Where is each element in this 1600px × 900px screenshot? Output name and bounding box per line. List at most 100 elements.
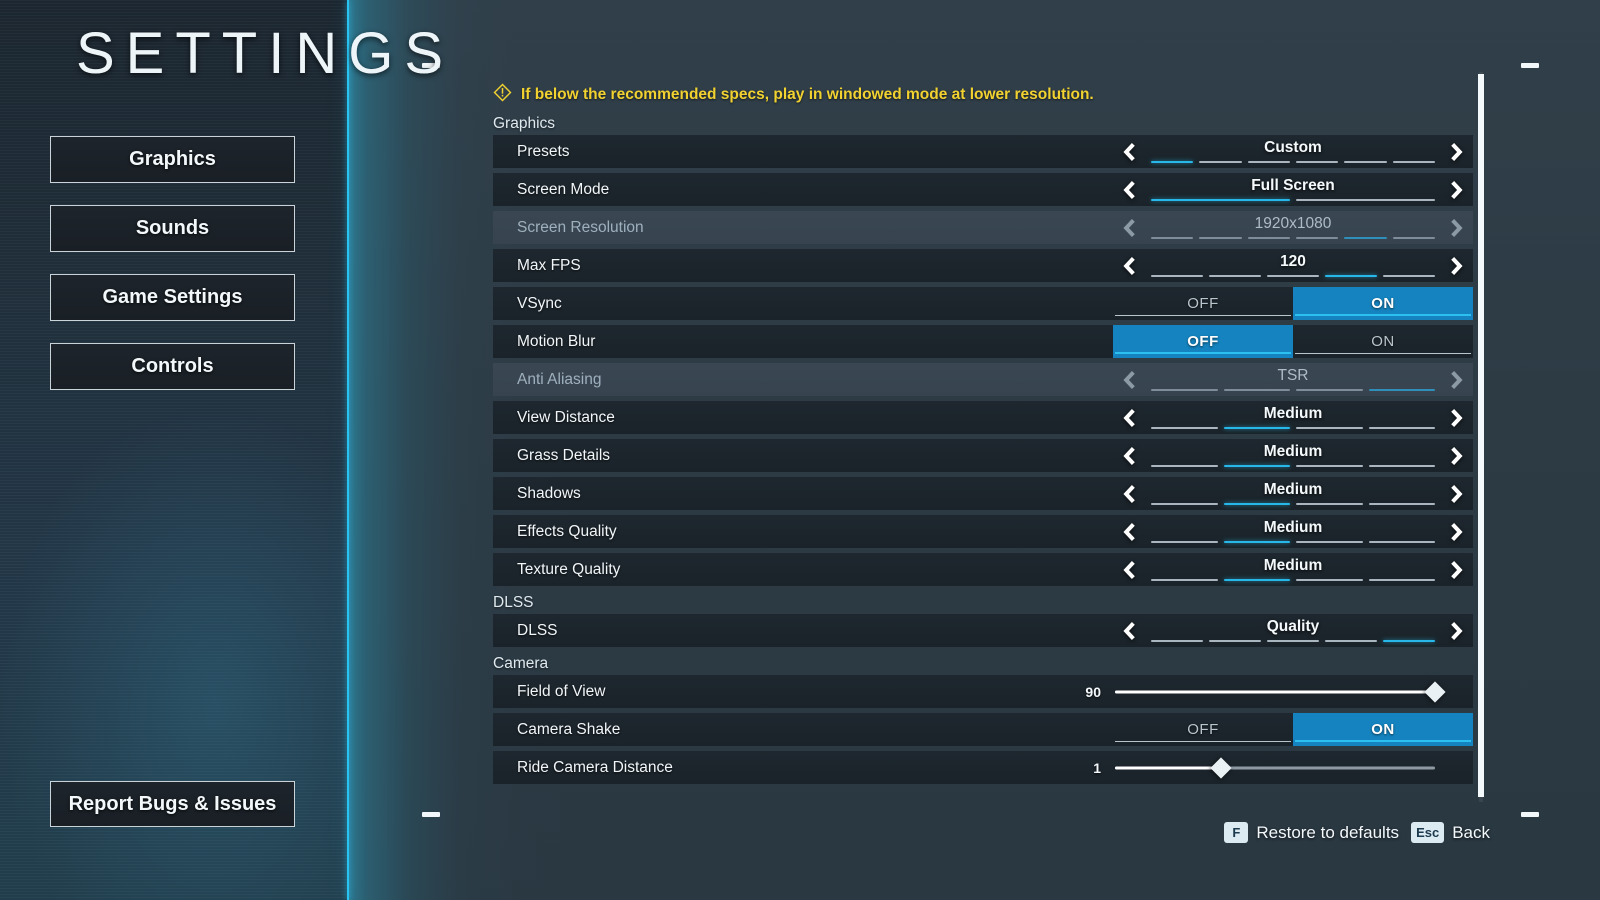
sidebar-item-sounds[interactable]: Sounds xyxy=(50,205,295,252)
value-selector: Medium xyxy=(1113,553,1473,586)
chevron-left-icon[interactable] xyxy=(1119,521,1141,543)
selector-segment xyxy=(1296,199,1435,201)
selector-segment xyxy=(1296,427,1363,429)
chevron-left-icon[interactable] xyxy=(1119,407,1141,429)
report-bugs-button[interactable]: Report Bugs & Issues xyxy=(50,781,295,827)
setting-row[interactable]: View Distance Medium xyxy=(493,401,1473,434)
selector-segment xyxy=(1368,541,1435,543)
selector-segment xyxy=(1151,275,1203,277)
slider-fill xyxy=(1115,690,1435,693)
sidebar-item-label: Game Settings xyxy=(102,286,243,308)
slider-track-area[interactable] xyxy=(1115,675,1446,708)
page-title: SETTINGS xyxy=(76,21,455,86)
selector-value: 1920x1080 xyxy=(1254,215,1332,232)
setting-row[interactable]: Screen Mode Full Screen xyxy=(493,173,1473,206)
toggle-option-on[interactable]: ON xyxy=(1293,287,1473,320)
setting-row[interactable]: Effects Quality Medium xyxy=(493,515,1473,548)
selector-segment xyxy=(1151,579,1218,581)
chevron-right-icon[interactable] xyxy=(1445,620,1467,642)
setting-label: VSync xyxy=(517,294,562,312)
key-hint[interactable]: F Restore to defaults xyxy=(1224,822,1399,843)
selector-value: Medium xyxy=(1263,557,1323,574)
chevron-left-icon[interactable] xyxy=(1119,179,1141,201)
toggle-option-label: ON xyxy=(1371,295,1395,312)
setting-row[interactable]: Field of View 90 xyxy=(493,675,1473,708)
toggle-option-on[interactable]: ON xyxy=(1293,713,1473,746)
chevron-left-icon[interactable] xyxy=(1119,141,1141,163)
setting-row[interactable]: Max FPS 120 xyxy=(493,249,1473,282)
setting-row[interactable]: Ride Camera Distance 1 xyxy=(493,751,1473,784)
toggle-option-off[interactable]: OFF xyxy=(1113,287,1293,320)
slider-handle[interactable] xyxy=(1424,680,1446,703)
selector-segments xyxy=(1151,427,1435,429)
chevron-left-icon[interactable] xyxy=(1119,445,1141,467)
key-hint[interactable]: Esc Back xyxy=(1411,822,1490,843)
selector-segment xyxy=(1209,275,1261,277)
setting-row[interactable]: Grass Details Medium xyxy=(493,439,1473,472)
selector-segment xyxy=(1392,161,1435,163)
selector-segment xyxy=(1368,503,1435,505)
keycap-f: F xyxy=(1224,822,1249,843)
slider-fill xyxy=(1115,766,1221,769)
selector-segment xyxy=(1223,465,1290,467)
chevron-right-icon[interactable] xyxy=(1445,445,1467,467)
sidebar-nav: Graphics Sounds Game Settings Controls xyxy=(50,136,295,412)
selector-segment xyxy=(1267,640,1319,642)
slider-track-area[interactable] xyxy=(1115,751,1435,784)
section-header-graphics: Graphics xyxy=(493,114,556,132)
selector-value: Full Screen xyxy=(1251,177,1335,194)
chevron-right-icon[interactable] xyxy=(1445,407,1467,429)
selector-value: Quality xyxy=(1266,618,1320,635)
selector-segments xyxy=(1151,275,1435,277)
setting-label: Anti Aliasing xyxy=(517,370,602,388)
selector-segments xyxy=(1151,503,1435,505)
setting-label: Presets xyxy=(517,142,570,160)
selector-segment xyxy=(1199,161,1242,163)
toggle-option-off[interactable]: OFF xyxy=(1113,713,1293,746)
selector-value: Custom xyxy=(1264,139,1322,156)
chevron-left-icon[interactable] xyxy=(1119,620,1141,642)
slider-handle[interactable] xyxy=(1209,756,1232,779)
chevron-left-icon[interactable] xyxy=(1119,559,1141,581)
selector-segment xyxy=(1151,503,1218,505)
chevron-right-icon xyxy=(1445,369,1467,391)
chevron-right-icon[interactable] xyxy=(1445,141,1467,163)
selector-segment xyxy=(1247,237,1290,239)
chevron-right-icon[interactable] xyxy=(1445,255,1467,277)
setting-row[interactable]: Motion Blur OFF ON xyxy=(493,325,1473,358)
selector-segment xyxy=(1383,640,1435,642)
selector-segment xyxy=(1199,237,1242,239)
selector-segments xyxy=(1151,161,1435,163)
sidebar-item-game-settings[interactable]: Game Settings xyxy=(50,274,295,321)
setting-row[interactable]: Shadows Medium xyxy=(493,477,1473,510)
selector-segment xyxy=(1223,427,1290,429)
setting-row[interactable]: VSync OFF ON xyxy=(493,287,1473,320)
setting-row[interactable]: DLSS Quality xyxy=(493,614,1473,647)
selector-segment xyxy=(1325,640,1377,642)
sidebar-item-graphics[interactable]: Graphics xyxy=(50,136,295,183)
setting-row[interactable]: Camera Shake OFF ON xyxy=(493,713,1473,746)
setting-row[interactable]: Texture Quality Medium xyxy=(493,553,1473,586)
toggle-option-off[interactable]: OFF xyxy=(1113,325,1293,358)
sidebar-item-controls[interactable]: Controls xyxy=(50,343,295,390)
setting-row[interactable]: Presets Custom xyxy=(493,135,1473,168)
sidebar-item-label: Sounds xyxy=(135,217,210,239)
selector-segment xyxy=(1296,465,1363,467)
chevron-left-icon[interactable] xyxy=(1119,483,1141,505)
scrollbar-thumb[interactable] xyxy=(1478,74,1484,797)
toggle-option-on[interactable]: ON xyxy=(1293,325,1473,358)
selector-value: 120 xyxy=(1280,253,1306,270)
setting-row: Screen Resolution 1920x1080 xyxy=(493,211,1473,244)
selector-value: Medium xyxy=(1263,481,1323,498)
selector-segment xyxy=(1151,427,1218,429)
chevron-right-icon[interactable] xyxy=(1445,483,1467,505)
chevron-right-icon[interactable] xyxy=(1445,179,1467,201)
selector-segment xyxy=(1296,503,1363,505)
selector-segment xyxy=(1295,161,1339,163)
chevron-left-icon[interactable] xyxy=(1119,255,1141,277)
chevron-right-icon[interactable] xyxy=(1445,559,1467,581)
chevron-right-icon[interactable] xyxy=(1445,521,1467,543)
toggle-option-label: ON xyxy=(1371,333,1395,350)
selector-segment xyxy=(1151,640,1203,642)
value-selector: Custom xyxy=(1113,135,1473,168)
